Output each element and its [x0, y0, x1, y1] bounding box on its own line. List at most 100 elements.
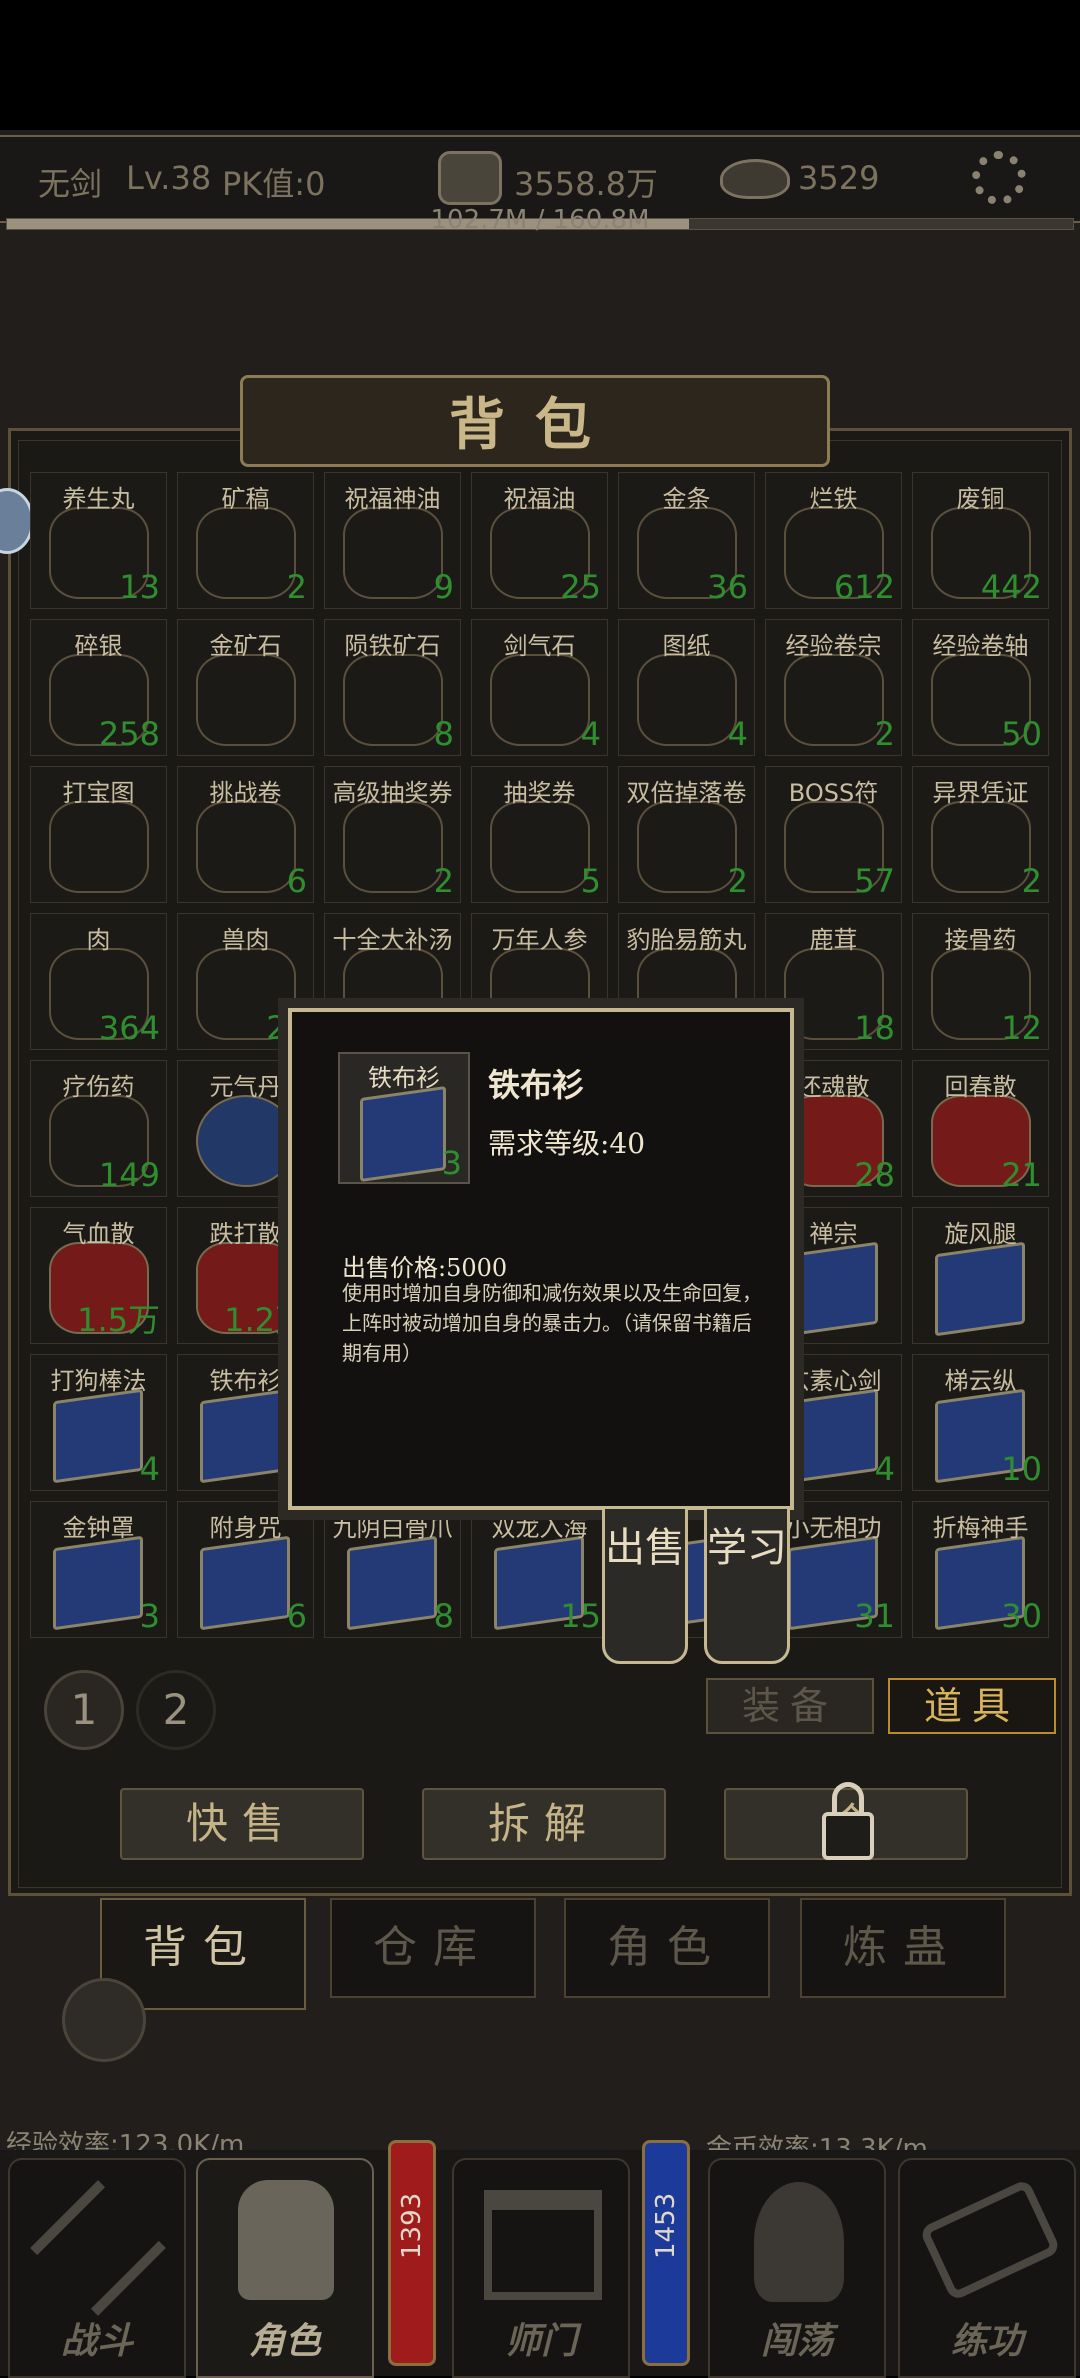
item-slot[interactable]: 双龙入海 15	[471, 1501, 608, 1638]
item-name: 高级抽奖券	[332, 779, 453, 807]
item-slot[interactable]: 养生丸 13	[30, 472, 167, 609]
nav-travel[interactable]: 闯荡	[708, 2158, 886, 2378]
item-slot[interactable]: 烂铁 612	[765, 472, 902, 609]
book-icon	[53, 1388, 143, 1484]
item-count: 364	[98, 1009, 160, 1047]
item-name: 祝福油	[503, 485, 576, 513]
item-slot[interactable]: 附身咒 6	[177, 1501, 314, 1638]
item-slot[interactable]: 梯云纵 10	[912, 1354, 1049, 1491]
gold-amount: 3558.8万	[514, 165, 658, 203]
red-counter-value: 1393	[397, 2192, 427, 2259]
ingot-amount: 3529	[798, 159, 880, 197]
nav-train-label: 练功	[950, 2320, 1023, 2362]
item-slot[interactable]: 回春散 21	[912, 1060, 1049, 1197]
item-slot[interactable]: BOSS符 57	[765, 766, 902, 903]
item-count: 6	[286, 862, 307, 900]
tab-warehouse[interactable]: 仓库	[330, 1898, 536, 1998]
skull-icon[interactable]	[62, 1978, 146, 2062]
item-count: 57	[854, 862, 895, 900]
ticket-icon	[343, 801, 443, 893]
item-slot[interactable]: 陨铁矿石 8	[324, 619, 461, 756]
item-count: 25	[560, 568, 601, 606]
manual-icon	[918, 2178, 1062, 2302]
item-name: 烂铁	[809, 485, 858, 513]
item-name: 肉	[86, 926, 111, 954]
item-slot[interactable]: 抽奖券 5	[471, 766, 608, 903]
item-count: 4	[580, 715, 601, 753]
item-slot[interactable]: 挑战卷 6	[177, 766, 314, 903]
item-count: 149	[98, 1156, 160, 1194]
item-name: 图纸	[662, 632, 711, 660]
item-count: 8	[433, 715, 454, 753]
item-slot[interactable]: 气血散 1.5万	[30, 1207, 167, 1344]
scroll-icon	[637, 801, 737, 893]
nav-sect-label: 师门	[504, 2320, 577, 2362]
item-count: 612	[833, 568, 895, 606]
item-slot[interactable]: 祝福油 25	[471, 472, 608, 609]
item-name: 附身咒	[209, 1514, 282, 1542]
item-name: 双龙入海	[491, 1514, 588, 1542]
nav-role[interactable]: 角色	[196, 2158, 374, 2378]
item-slot[interactable]: 祝福神油 9	[324, 472, 461, 609]
item-slot[interactable]: 经验卷轴 50	[912, 619, 1049, 756]
item-slot[interactable]: 异界凭证 2	[912, 766, 1049, 903]
item-count: 4	[139, 1450, 160, 1488]
item-slot[interactable]: 肉 364	[30, 913, 167, 1050]
page-1-button[interactable]: 1	[44, 1670, 124, 1750]
ingot-icon	[720, 159, 790, 199]
item-name: 万年人参	[491, 926, 588, 954]
item-count: 13	[119, 568, 160, 606]
item-slot[interactable]: 剑气石 4	[471, 619, 608, 756]
item-slot[interactable]: 经验卷宗 2	[765, 619, 902, 756]
item-slot[interactable]: 金钟罩 3	[30, 1501, 167, 1638]
item-count: 8	[433, 1597, 454, 1635]
item-slot[interactable]: 打宝图	[30, 766, 167, 903]
tab-equipment[interactable]: 装备	[706, 1678, 874, 1734]
item-slot[interactable]: 废铜 442	[912, 472, 1049, 609]
item-slot[interactable]: 图纸 4	[618, 619, 755, 756]
item-count: 12	[1001, 1009, 1042, 1047]
book-icon	[53, 1535, 143, 1631]
item-count: 5	[580, 862, 601, 900]
quick-sell-button[interactable]: 快售	[120, 1788, 364, 1860]
lock-icon	[822, 1782, 874, 1864]
page-2-button[interactable]: 2	[136, 1670, 216, 1750]
player-level: Lv.38	[126, 159, 212, 197]
item-slot[interactable]: 金矿石	[177, 619, 314, 756]
item-name: 经验卷轴	[932, 632, 1029, 660]
fist-icon	[238, 2180, 334, 2300]
item-slot[interactable]: 矿稿 2	[177, 472, 314, 609]
item-slot[interactable]: 打狗棒法 4	[30, 1354, 167, 1491]
item-slot[interactable]: 旋风腿	[912, 1207, 1049, 1344]
item-count: 3	[139, 1597, 160, 1635]
sell-button[interactable]: 出售	[602, 1506, 688, 1664]
item-slot[interactable]: 双倍掉落卷 2	[618, 766, 755, 903]
token-icon	[931, 801, 1031, 893]
item-slot[interactable]: 疗伤药 149	[30, 1060, 167, 1197]
gear-icon[interactable]	[972, 151, 1026, 205]
item-slot[interactable]: 碎银 258	[30, 619, 167, 756]
tab-gu[interactable]: 炼蛊	[800, 1898, 1006, 1998]
item-count: 28	[854, 1156, 895, 1194]
item-slot[interactable]: 金条 36	[618, 472, 755, 609]
nav-train[interactable]: 练功	[898, 2158, 1076, 2378]
tab-items[interactable]: 道具	[888, 1678, 1056, 1734]
item-name: 旋风腿	[944, 1220, 1017, 1248]
gold-icon	[438, 151, 502, 205]
item-slot[interactable]: 折梅神手 30	[912, 1501, 1049, 1638]
ticket-icon	[490, 801, 590, 893]
item-count: 2	[433, 862, 454, 900]
nav-sect[interactable]: 师门	[452, 2158, 630, 2378]
item-name: 祝福神油	[344, 485, 441, 513]
pk-value: PK值:0	[222, 165, 326, 203]
tab-character[interactable]: 角色	[564, 1898, 770, 1998]
book-icon	[788, 1388, 878, 1484]
item-slot[interactable]: 高级抽奖券 2	[324, 766, 461, 903]
learn-button[interactable]: 学习	[704, 1506, 790, 1664]
dismantle-button[interactable]: 拆解	[422, 1788, 666, 1860]
nav-battle[interactable]: 战斗	[8, 2158, 186, 2378]
item-slot[interactable]: 接骨药 12	[912, 913, 1049, 1050]
item-slot[interactable]: 九阴白骨爪 8	[324, 1501, 461, 1638]
item-name: 异界凭证	[932, 779, 1029, 807]
item-name: 剑气石	[503, 632, 576, 660]
